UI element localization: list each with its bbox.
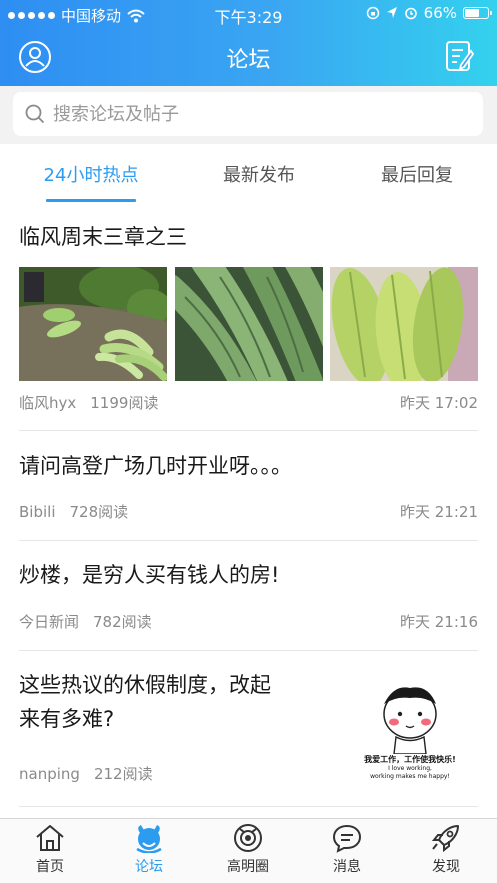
tab-bar-top: 24小时热点 最新发布 最后回复	[0, 144, 497, 202]
divider	[19, 430, 478, 431]
tab-label: 首页	[36, 859, 64, 875]
post-reads: 212阅读	[93, 765, 153, 783]
tab-home[interactable]: 首页	[0, 823, 100, 876]
post-title: 炒楼，是穷人买有钱人的房!	[19, 563, 280, 587]
divider	[19, 540, 478, 541]
post-reads: 782阅读	[93, 613, 152, 631]
tab-24h-hot[interactable]: 24小时热点	[8, 161, 174, 187]
post-thumbnail: 我爱工作，工作使我快乐! I love working, working mak…	[354, 682, 466, 786]
bottom-tab-bar: 首页 论坛 高明圈 消息 发现	[0, 818, 497, 883]
post-time: 昨天 17:02	[400, 394, 478, 412]
tab-active-indicator	[46, 199, 136, 202]
post-title-line: 来有多难?	[19, 707, 115, 731]
divider	[19, 650, 478, 651]
post-thumbnail	[19, 267, 167, 381]
camera-circle-icon	[234, 824, 262, 852]
post-thumbnail	[175, 267, 323, 381]
post-thumbnail	[330, 267, 478, 381]
search-input[interactable]	[53, 103, 453, 125]
alarm-icon	[404, 7, 417, 20]
page-title: 论坛	[226, 48, 271, 73]
thumb-caption: I love working,	[388, 765, 432, 772]
post-meta: 今日新闻 782阅读	[19, 611, 152, 632]
tab-label: 发现	[432, 859, 460, 875]
post-reads: 1199阅读	[90, 394, 159, 412]
battery-percent: 66%	[423, 4, 457, 22]
forum-icon	[136, 825, 162, 853]
post-item[interactable]: 这些热议的休假制度，改起 来有多难? nanping 212阅读 我爱工作，工作使…	[19, 668, 478, 798]
post-title-line: 这些热议的休假制度，改起	[19, 673, 271, 697]
tab-gaoming-circle[interactable]: 高明圈	[198, 823, 298, 876]
tab-label: 论坛	[135, 859, 163, 875]
post-title: 这些热议的休假制度，改起 来有多难?	[19, 668, 319, 736]
post-author: Bibili	[19, 503, 56, 521]
post-item[interactable]: 请问高登广场几时开业呀。。。 Bibili 728阅读 昨天 21:21	[19, 449, 478, 529]
post-author: 今日新闻	[19, 613, 80, 631]
post-title: 请问高登广场几时开业呀。。。	[19, 454, 292, 478]
search-box[interactable]	[13, 92, 483, 136]
tab-latest[interactable]: 最新发布	[176, 161, 342, 187]
nav-bar: 论坛	[0, 30, 497, 82]
divider	[19, 806, 478, 807]
compose-icon[interactable]	[445, 39, 475, 73]
status-bar: 中国移动 下午3:29 66%	[0, 0, 497, 28]
battery-icon	[463, 7, 492, 19]
tab-label: 消息	[333, 859, 361, 875]
thumb-caption: working makes me happy!	[370, 773, 450, 780]
rotation-lock-icon	[366, 6, 379, 20]
post-author: 临风hyx	[19, 394, 77, 412]
tab-label: 高明圈	[227, 859, 269, 875]
thumb-caption: 我爱工作，工作使我快乐!	[364, 755, 456, 764]
post-reads: 728阅读	[69, 503, 129, 521]
post-time: 昨天 21:16	[400, 613, 478, 631]
location-icon	[386, 7, 397, 18]
search-bar	[0, 86, 497, 144]
post-author: nanping	[19, 765, 80, 783]
tab-forum[interactable]: 论坛	[99, 823, 199, 876]
tab-discover[interactable]: 发现	[396, 823, 496, 876]
message-icon	[332, 824, 362, 853]
tab-last-reply[interactable]: 最后回复	[334, 161, 497, 187]
tab-messages[interactable]: 消息	[297, 823, 397, 876]
header: 中国移动 下午3:29 66% 论坛	[0, 0, 497, 86]
post-meta: 临风hyx 1199阅读	[19, 392, 158, 413]
post-item[interactable]: 炒楼，是穷人买有钱人的房! 今日新闻 782阅读 昨天 21:16	[19, 558, 478, 638]
post-time: 昨天 21:21	[400, 503, 478, 521]
home-icon	[36, 825, 64, 851]
post-title: 临风周末三章之三	[19, 225, 187, 249]
status-right: 66%	[366, 4, 492, 22]
post-meta: nanping 212阅读	[19, 763, 153, 784]
post-item[interactable]: 临风周末三章之三 临风hyx 1199阅读 昨天 17:02	[19, 220, 478, 420]
search-icon	[25, 104, 45, 124]
post-meta: Bibili 728阅读	[19, 501, 128, 522]
rocket-icon	[431, 825, 459, 853]
